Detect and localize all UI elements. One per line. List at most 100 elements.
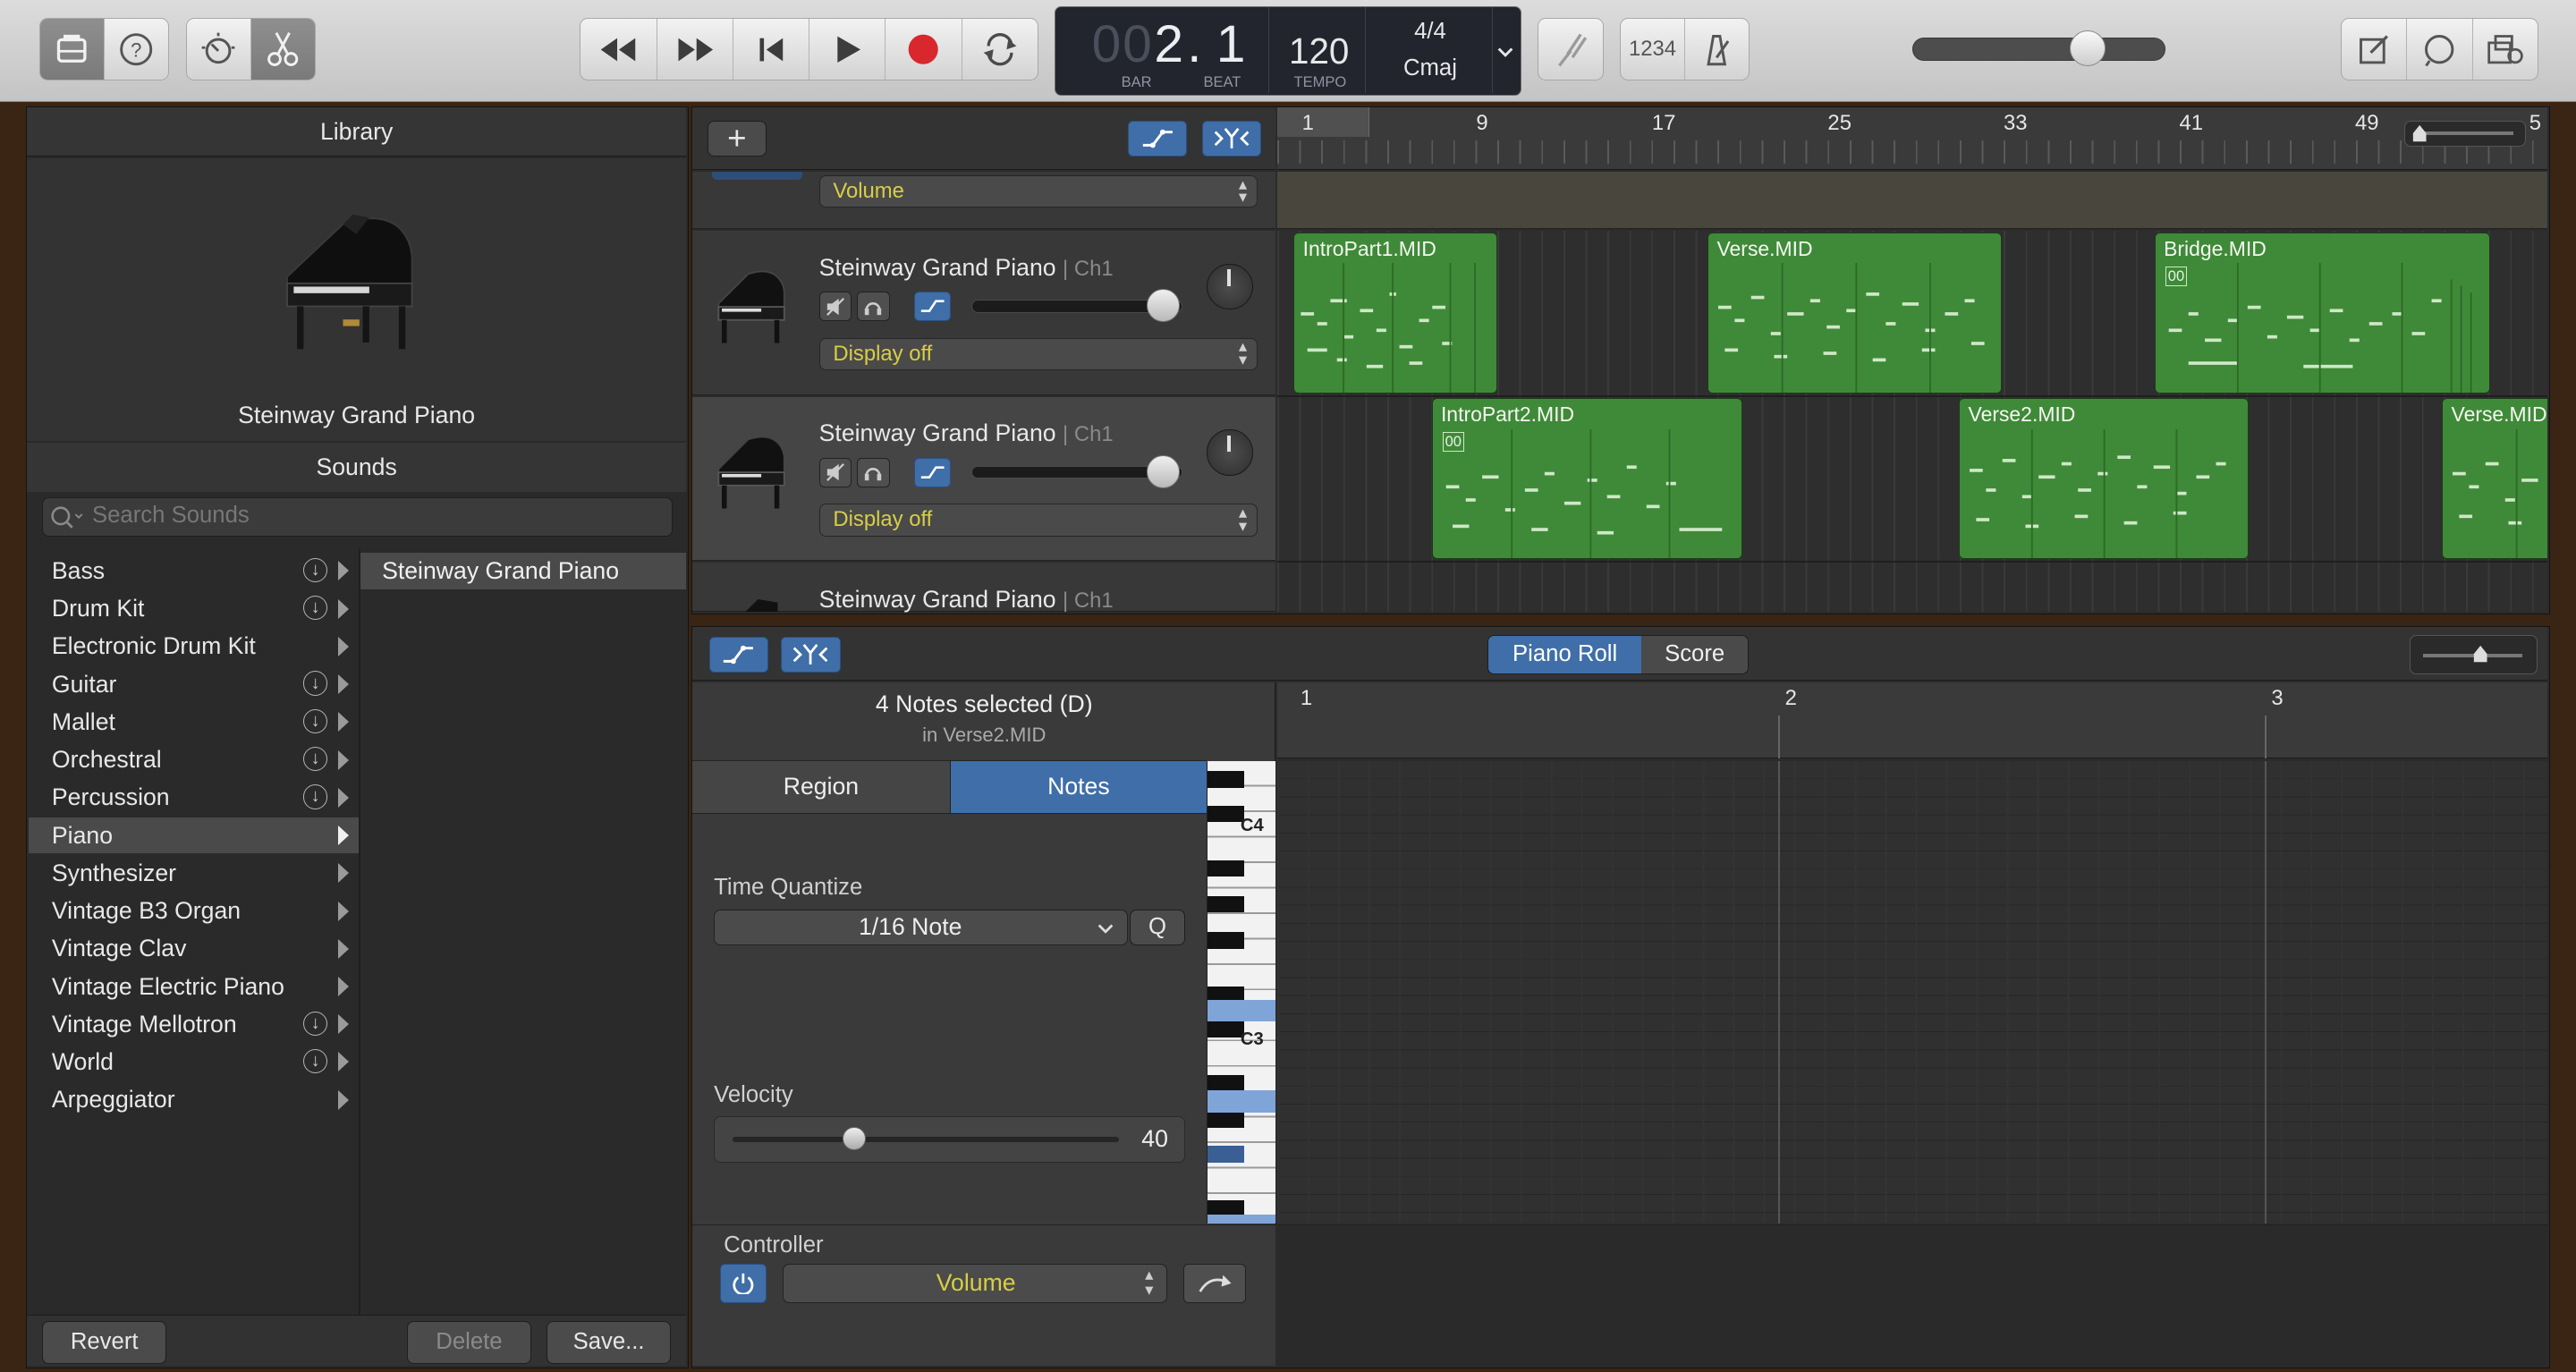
- download-icon[interactable]: ↓: [302, 557, 328, 583]
- download-icon[interactable]: ↓: [302, 1011, 328, 1037]
- region-verse[interactable]: Verse.MID: [1707, 232, 2003, 394]
- record-button[interactable]: [886, 19, 962, 80]
- quick-help-button[interactable]: ?: [105, 19, 168, 80]
- solo-button[interactable]: [856, 292, 890, 322]
- play-button[interactable]: [809, 19, 886, 80]
- note-grid[interactable]: [1277, 761, 2547, 1224]
- velocity-thumb[interactable]: [843, 1127, 867, 1150]
- rewind-button[interactable]: [580, 19, 657, 80]
- category-synthesizer[interactable]: Synthesizer: [29, 855, 359, 891]
- track-header-1[interactable]: Steinway Grand Piano | Ch1 Display off ▴ ▾: [692, 231, 1276, 395]
- download-icon[interactable]: ↓: [302, 708, 328, 734]
- track-name[interactable]: Steinway Grand Piano | Ch1: [819, 586, 1114, 614]
- cycle-button[interactable]: [962, 19, 1038, 80]
- go-to-beginning-button[interactable]: [733, 19, 810, 80]
- zoom-thumb-icon[interactable]: [2472, 644, 2488, 664]
- track-name[interactable]: Steinway Grand Piano | Ch1: [819, 419, 1114, 447]
- tab-notes[interactable]: Notes: [950, 760, 1208, 814]
- category-piano[interactable]: Piano: [29, 817, 360, 854]
- download-icon[interactable]: ↓: [302, 1048, 328, 1074]
- category-bass[interactable]: Bass ↓: [29, 553, 359, 589]
- controller-power-button[interactable]: [720, 1263, 767, 1303]
- track-zoom-slider[interactable]: [2404, 121, 2527, 148]
- fast-forward-button[interactable]: [657, 19, 733, 80]
- category-percussion[interactable]: Percussion ↓: [29, 780, 359, 816]
- pan-knob[interactable]: [1207, 263, 1253, 310]
- mute-button[interactable]: [818, 292, 852, 322]
- controller-popup[interactable]: Volume ▴ ▾: [783, 1263, 1168, 1303]
- add-track-button[interactable]: +: [707, 120, 767, 157]
- category-electronic-drum-kit[interactable]: Electronic Drum Kit: [29, 629, 359, 665]
- editor-flex-button[interactable]: [781, 636, 841, 673]
- automation-button[interactable]: [1127, 121, 1188, 157]
- loop-browser-button[interactable]: [2407, 19, 2473, 80]
- track-lanes[interactable]: IntroPart1.MID Verse.MID Bridge.MID 00 I…: [1277, 231, 2547, 613]
- track-automation-button[interactable]: [914, 457, 951, 487]
- cycle-region-marker[interactable]: [1277, 107, 1369, 138]
- time-quantize-popup[interactable]: 1/16 Note: [714, 909, 1128, 946]
- save-button[interactable]: Save...: [546, 1320, 672, 1364]
- controller-curve-button[interactable]: [1183, 1263, 1247, 1303]
- flex-button[interactable]: [1201, 121, 1261, 157]
- region-intropart1[interactable]: IntroPart1.MID: [1293, 232, 1498, 394]
- master-volume-slider[interactable]: [1911, 30, 2165, 67]
- category-mallet[interactable]: Mallet ↓: [29, 704, 359, 740]
- search-field[interactable]: Search Sounds: [41, 496, 674, 537]
- region-bridge[interactable]: Bridge.MID 00: [2154, 232, 2490, 394]
- automation-parameter-popup[interactable]: Volume ▴ ▾: [818, 174, 1258, 208]
- region-verse-repeat[interactable]: Verse.MID: [2442, 398, 2547, 560]
- download-icon[interactable]: ↓: [302, 746, 328, 772]
- controller-lane[interactable]: [1277, 1224, 2547, 1367]
- display-popup[interactable]: Display off ▴ ▾: [818, 504, 1258, 537]
- category-vintage-mellotron[interactable]: Vintage Mellotron ↓: [29, 1006, 359, 1042]
- track-volume-fader[interactable]: [971, 289, 1182, 323]
- category-guitar[interactable]: Guitar ↓: [29, 666, 359, 702]
- zoom-thumb-icon[interactable]: [2411, 123, 2428, 143]
- editor-zoom-slider[interactable]: [2409, 634, 2538, 675]
- editors-button[interactable]: [250, 19, 315, 80]
- library-button[interactable]: [40, 19, 106, 80]
- tab-region[interactable]: Region: [692, 760, 951, 814]
- display-popup[interactable]: Display off ▴ ▾: [818, 337, 1258, 371]
- master-volume-thumb[interactable]: [2069, 30, 2106, 67]
- metronome-button[interactable]: [1685, 19, 1749, 80]
- automation-lane[interactable]: [1277, 172, 2547, 230]
- region-intropart2[interactable]: IntroPart2.MID 00: [1431, 398, 1742, 560]
- patch-item-steinway[interactable]: Steinway Grand Piano: [360, 553, 686, 589]
- category-vintage-electric-piano[interactable]: Vintage Electric Piano: [29, 969, 359, 1004]
- track-volume-fader[interactable]: [971, 454, 1182, 488]
- browser-button[interactable]: [2473, 19, 2538, 80]
- track-header-3[interactable]: Steinway Grand Piano | Ch1: [692, 563, 1276, 614]
- tuner-button[interactable]: [1538, 18, 1604, 80]
- category-vintage-b3-organ[interactable]: Vintage B3 Organ: [29, 893, 359, 928]
- download-icon[interactable]: ↓: [302, 671, 328, 696]
- category-orchestral[interactable]: Orchestral ↓: [29, 741, 359, 777]
- track-name[interactable]: Steinway Grand Piano | Ch1: [819, 254, 1114, 282]
- velocity-slider[interactable]: [733, 1127, 1119, 1150]
- lcd-display[interactable]: 00 2 . 1 BAR BEAT 120 TEMPO 4/4 Cmaj: [1055, 6, 1521, 96]
- fader-thumb[interactable]: [1147, 454, 1180, 488]
- revert-button[interactable]: Revert: [41, 1320, 167, 1364]
- count-in-button[interactable]: 1234: [1621, 19, 1686, 80]
- tab-score[interactable]: Score: [1641, 636, 1748, 673]
- track-automation-button[interactable]: [914, 292, 951, 322]
- region-verse2[interactable]: Verse2.MID: [1959, 398, 2249, 560]
- category-vintage-clav[interactable]: Vintage Clav: [29, 931, 359, 967]
- tracks-ruler[interactable]: 1 9 17 25 33 41 49 5: [1277, 107, 2547, 171]
- editor-automation-button[interactable]: [708, 636, 768, 673]
- fader-thumb[interactable]: [1147, 289, 1180, 323]
- smart-controls-button[interactable]: [187, 19, 251, 80]
- editor-ruler[interactable]: 1 2 3: [1277, 682, 2547, 758]
- category-world[interactable]: World ↓: [29, 1044, 359, 1080]
- download-icon[interactable]: ↓: [302, 784, 328, 809]
- delete-button[interactable]: Delete: [406, 1320, 532, 1364]
- track-header-2[interactable]: Steinway Grand Piano | Ch1 Display off ▴ ▾: [692, 396, 1276, 562]
- quantize-button[interactable]: Q: [1129, 909, 1186, 946]
- download-icon[interactable]: ↓: [302, 595, 328, 621]
- pan-knob[interactable]: [1207, 429, 1253, 476]
- note-pad-button[interactable]: [2342, 19, 2408, 80]
- piano-keyboard[interactable]: C4 C3: [1207, 761, 1276, 1224]
- solo-button[interactable]: [856, 457, 890, 487]
- category-drum-kit[interactable]: Drum Kit ↓: [29, 590, 359, 626]
- tab-piano-roll[interactable]: Piano Roll: [1488, 635, 1642, 674]
